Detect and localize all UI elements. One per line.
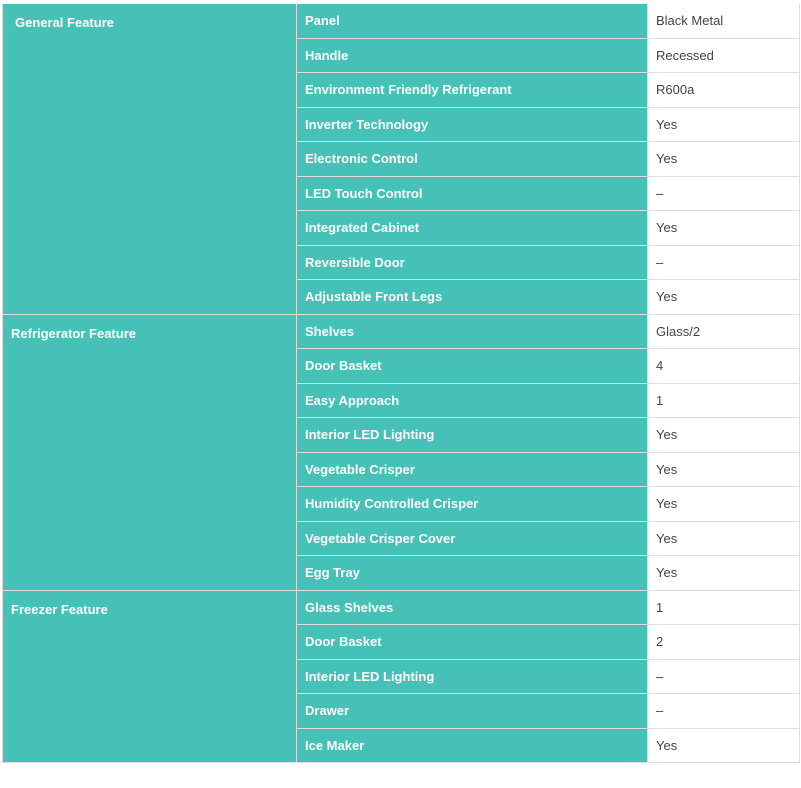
feature-value: Black Metal [647,3,800,39]
feature-value: 1 [647,589,800,625]
group-name: Freezer Feature [11,601,108,617]
group-header: Refrigerator Feature [2,313,297,591]
feature-value: – [647,244,800,280]
feature-name: Door Basket [296,348,648,384]
feature-name: Electronic Control [296,141,648,177]
feature-name: Interior LED Lighting [296,658,648,694]
feature-value: Yes [647,555,800,591]
table-row: Freezer Feature Glass Shelves 1 [2,589,800,763]
feature-value: Yes [647,279,800,315]
feature-value: Yes [647,210,800,246]
feature-value: Yes [647,727,800,763]
feature-name: Shelves [296,313,648,349]
feature-name: Egg Tray [296,555,648,591]
feature-name: Integrated Cabinet [296,210,648,246]
feature-value: 1 [647,382,800,418]
feature-name: Easy Approach [296,382,648,418]
feature-value: 2 [647,624,800,660]
spec-table: General Feature Panel Black Metal Handle Rec… [2,3,800,763]
feature-value: Yes [647,417,800,453]
feature-name: Environment Friendly Refrigerant [296,72,648,108]
feature-name: Panel [296,3,648,39]
feature-name: Reversible Door [296,244,648,280]
feature-value: – [647,658,800,694]
feature-value: Recessed [647,37,800,73]
feature-value: – [647,175,800,211]
spec-table-body: General Feature Panel Black Metal Handle Rec… [2,3,800,763]
feature-value: Yes [647,451,800,487]
feature-name: Handle [296,37,648,73]
feature-name: Ice Maker [296,727,648,763]
feature-value: Yes [647,486,800,522]
feature-value: Yes [647,106,800,142]
feature-name: Vegetable Crisper [296,451,648,487]
feature-name: Glass Shelves [296,589,648,625]
table-row: General Feature Panel Black Metal [2,3,800,315]
feature-value: Glass/2 [647,313,800,349]
feature-name: Drawer [296,693,648,729]
group-header: General Feature [2,3,297,315]
feature-name: Inverter Technology [296,106,648,142]
feature-name: LED Touch Control [296,175,648,211]
feature-value: R600a [647,72,800,108]
feature-name: Interior LED Lighting [296,417,648,453]
group-name: Refrigerator Feature [11,325,136,341]
group-name: General Feature [15,15,114,30]
feature-value: Yes [647,520,800,556]
feature-name: Vegetable Crisper Cover [296,520,648,556]
feature-name: Adjustable Front Legs [296,279,648,315]
feature-value: Yes [647,141,800,177]
feature-name: Humidity Controlled Crisper [296,486,648,522]
feature-value: 4 [647,348,800,384]
feature-value: – [647,693,800,729]
feature-name: Door Basket [296,624,648,660]
table-row: Refrigerator Feature Shelves Glass/2 [2,313,800,591]
group-header: Freezer Feature [2,589,297,763]
